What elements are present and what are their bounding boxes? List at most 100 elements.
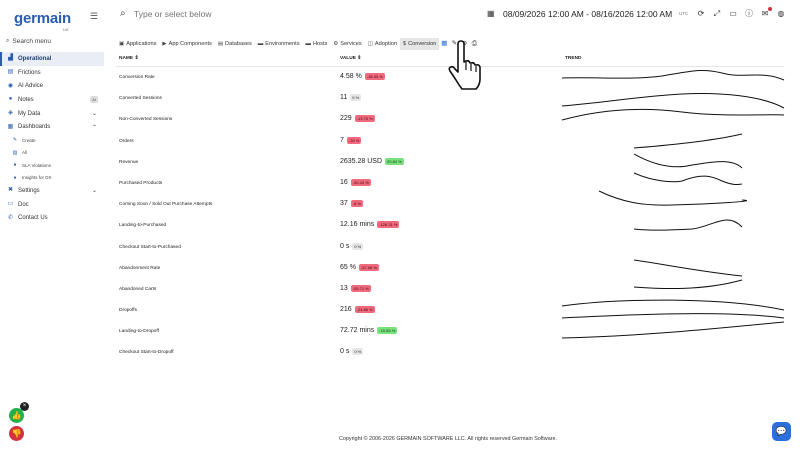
tab-databases[interactable]: ▤ Databases [215, 38, 255, 50]
trend-line [561, 299, 785, 319]
column-header-name[interactable]: NAME ⇕ [119, 56, 139, 61]
tab-conversion[interactable]: $ Conversion [400, 37, 440, 50]
metric-name: Checkout Start-to-Purchased [119, 244, 181, 250]
table-row[interactable]: Purchased Products 16 -30.43 % [116, 172, 784, 194]
column-header-label: TREND [565, 56, 582, 61]
tab-hosts[interactable]: ▬ Hosts [303, 38, 331, 50]
trend-line [561, 69, 785, 81]
logo-sub: UX [63, 27, 69, 32]
sidebar-subitem-insights-for-dx[interactable]: ● Insights for DX [0, 172, 104, 185]
tab-environments[interactable]: ▬ Environments [255, 38, 303, 50]
change-badge: -57.68 % [358, 263, 379, 271]
environments-icon: ▬ [257, 40, 264, 47]
tab-label: Applications [126, 40, 157, 47]
monitor-icon[interactable]: ▭ [728, 9, 738, 19]
thumbs-down-button[interactable]: 👎 [9, 426, 24, 441]
date-range-picker[interactable]: 08/09/2026 12:00 AM - 08/16/2026 12:00 A… [503, 9, 672, 19]
table-row[interactable]: Orders 7 -30 % [116, 131, 784, 152]
sidebar-subitem-all[interactable]: ▥ All [0, 147, 104, 160]
trend-sparkline [561, 69, 785, 81]
table-row[interactable]: Dropoffs 216 -24.86 % [116, 299, 785, 321]
sidebar-item-frictions[interactable]: ▤ Frictions [0, 66, 104, 80]
metric-value: 12.16 mins [340, 221, 375, 229]
sidebar-subitem-label: All [22, 150, 28, 156]
contact-icon: ✆ [7, 214, 14, 221]
sidebar-item-doc[interactable]: ▭ Doc [0, 198, 104, 212]
hamburger-icon[interactable]: ☰ [90, 12, 98, 21]
chat-button[interactable]: 💬 [772, 422, 791, 441]
table-row[interactable]: Abandonment Rate 65 % -57.68 % [116, 258, 784, 279]
metric-value-cell: 229 -13.75 % [340, 115, 375, 123]
trend-sparkline [633, 172, 743, 185]
table-row[interactable]: Non-Converted Sessions 229 -13.75 % [116, 109, 785, 130]
logo[interactable]: germain UX [14, 10, 74, 36]
trend-line [633, 153, 743, 169]
sidebar-item-label: Notes [18, 96, 34, 103]
sidebar-item-label: AI Advice [18, 83, 44, 90]
tab-applications[interactable]: ▣ Applications [116, 38, 159, 50]
metric-name: Purchased Products [119, 180, 163, 186]
table-row[interactable]: Checkout Start-to-Dropoff 0 s0 % [116, 342, 784, 363]
sidebar-item-operational[interactable]: ▟ Operational [0, 52, 104, 66]
table-row[interactable]: Coming Soon / Sold Out Purchase Attempts… [116, 190, 784, 215]
metric-name: Landing-to-Dropoff [119, 329, 159, 335]
trend-sparkline [561, 299, 785, 319]
metric-value: 7 [340, 136, 344, 144]
calendar-icon[interactable]: ▦ [487, 9, 495, 18]
metric-name: Abandoned Carts [119, 286, 157, 292]
components-icon: ▶ [162, 40, 167, 47]
sidebar-item-dashboards[interactable]: ▦ Dashboards ⌃ [0, 120, 104, 134]
sidebar-item-my-data[interactable]: ◈ My Data ⌄ [0, 107, 104, 121]
top-bar: ⌕ ▦ 08/09/2026 12:00 AM - 08/16/2026 12:… [104, 0, 800, 30]
sidebar-item-label: Operational [18, 55, 52, 62]
sidebar-subitem-create[interactable]: ✎ Create [0, 134, 104, 147]
sidebar-item-contact-us[interactable]: ✆ Contact Us [0, 212, 104, 226]
metric-name: Checkout Start-to-Dropoff [119, 350, 174, 356]
change-badge: -30.43 % [350, 178, 371, 186]
tab-services[interactable]: ⚙ Services [330, 38, 364, 50]
chart-icon: ▟ [8, 55, 13, 62]
expand-icon[interactable]: ⤢ [712, 9, 722, 19]
column-header-value[interactable]: VALUE ⇕ [340, 56, 361, 61]
search-menu[interactable]: ⌕ Search menu [6, 38, 51, 45]
metric-value-cell: 16 -30.43 % [340, 178, 371, 186]
sidebar-item-notes[interactable]: ● Notes AI [0, 93, 104, 107]
sidebar-subitem-sla-violations[interactable]: ● SLA Violations [0, 159, 104, 172]
tab-adoption[interactable]: ◫ Adoption [365, 38, 400, 50]
metric-value-cell: 37 -8 % [340, 200, 364, 208]
table-body: Conversion Rate 4.58 % -18.33 % Converted S… [116, 67, 785, 364]
change-badge: -30 % [346, 136, 362, 144]
table-row[interactable]: Revenue 2635.28 USD 20.84 % [116, 152, 784, 173]
search-input[interactable] [134, 9, 334, 19]
close-icon[interactable]: × [20, 402, 29, 411]
sidebar-item-settings[interactable]: ✖ Settings ⌄ [0, 184, 104, 198]
settings-icon: ✖ [7, 187, 14, 194]
table-row[interactable]: Landing-to-Purchased 12.16 mins -126.31 % [116, 215, 784, 236]
metric-value-cell: 2635.28 USD 20.84 % [340, 157, 404, 165]
tab-label: Hosts [313, 40, 328, 47]
tab-app-components[interactable]: ▶ App Components [159, 38, 214, 50]
sidebar: germain UX ☰ ⌕ Search menu ▟ Operational… [0, 0, 104, 450]
table-row[interactable]: Landing-to-Dropoff 72.72 mins -15.56 % [116, 321, 785, 342]
change-badge: -55.71 % [350, 284, 371, 292]
metric-value: 72.72 mins [340, 327, 375, 335]
trend-line [561, 321, 785, 339]
sidebar-item-ai-advice[interactable]: ◉ AI Advice [0, 79, 104, 93]
refresh-icon[interactable]: ⟳ [696, 9, 706, 19]
metric-value: 65 % [340, 263, 356, 271]
chevron-up-icon: ⌃ [91, 124, 97, 131]
trend-line [633, 219, 743, 231]
metric-name: Conversion Rate [119, 75, 155, 80]
column-header-label: VALUE [340, 56, 356, 61]
trend-sparkline [633, 219, 743, 231]
table-row[interactable]: Checkout Start-to-Purchased 0 s0 % [116, 237, 784, 258]
create-icon: ✎ [12, 137, 18, 144]
change-badge: 20.84 % [385, 157, 404, 165]
notes-icon: ● [8, 96, 13, 103]
info-icon[interactable]: ⓘ [744, 9, 754, 19]
table-row[interactable]: Abandoned Carts 13 -55.71 % [116, 279, 784, 300]
user-icon[interactable]: ◍ [776, 9, 786, 19]
trend-line [633, 133, 743, 149]
metric-value: 13 [340, 284, 348, 292]
search-icon: ⌕ [6, 38, 10, 44]
